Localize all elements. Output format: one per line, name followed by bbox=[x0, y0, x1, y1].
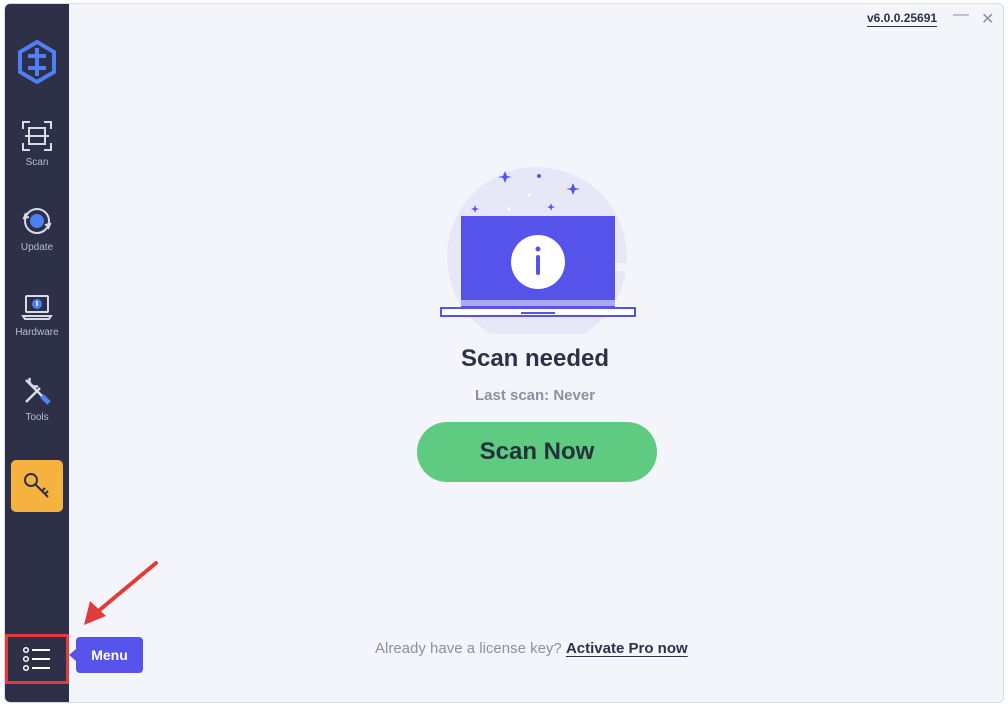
update-icon bbox=[22, 208, 52, 234]
scan-status-title: Scan needed bbox=[460, 345, 610, 372]
tools-icon bbox=[25, 377, 51, 405]
app-window: Scan Update Hardware Tools v6.0.0.25691 … bbox=[4, 3, 1004, 703]
version-label[interactable]: v6.0.0.25691 bbox=[867, 11, 938, 27]
sidebar-item-tools[interactable]: Tools bbox=[5, 374, 69, 450]
sidebar-item-scan[interactable]: Scan bbox=[5, 119, 69, 195]
license-prompt-text: Already have a license key? bbox=[375, 640, 562, 657]
last-scan-text: Last scan: Never bbox=[474, 387, 596, 404]
sidebar-item-label: Update bbox=[20, 242, 54, 253]
menu-button[interactable] bbox=[5, 634, 69, 684]
hardware-icon bbox=[21, 295, 53, 320]
license-prompt: Already have a license key? Activate Pro… bbox=[375, 640, 688, 657]
license-key-button[interactable] bbox=[11, 460, 63, 512]
scan-now-button[interactable]: Scan Now bbox=[417, 422, 657, 482]
laptop-info-illustration bbox=[440, 167, 637, 334]
sidebar-item-label: Hardware bbox=[15, 327, 59, 338]
menu-tooltip: Menu bbox=[69, 637, 143, 673]
activate-pro-link[interactable]: Activate Pro now bbox=[566, 640, 688, 657]
close-button[interactable]: ✕ bbox=[981, 9, 994, 29]
sidebar-item-label: Tools bbox=[25, 412, 49, 423]
sidebar-item-hardware[interactable]: Hardware bbox=[5, 289, 69, 365]
sidebar: Scan Update Hardware Tools bbox=[5, 4, 69, 702]
app-logo-icon bbox=[18, 40, 56, 84]
key-icon bbox=[24, 473, 49, 498]
sidebar-item-label: Scan bbox=[25, 157, 49, 168]
minimize-button[interactable]: — bbox=[953, 6, 969, 24]
sidebar-item-update[interactable]: Update bbox=[5, 204, 69, 280]
menu-list-icon bbox=[22, 646, 50, 672]
scan-icon bbox=[22, 121, 52, 151]
